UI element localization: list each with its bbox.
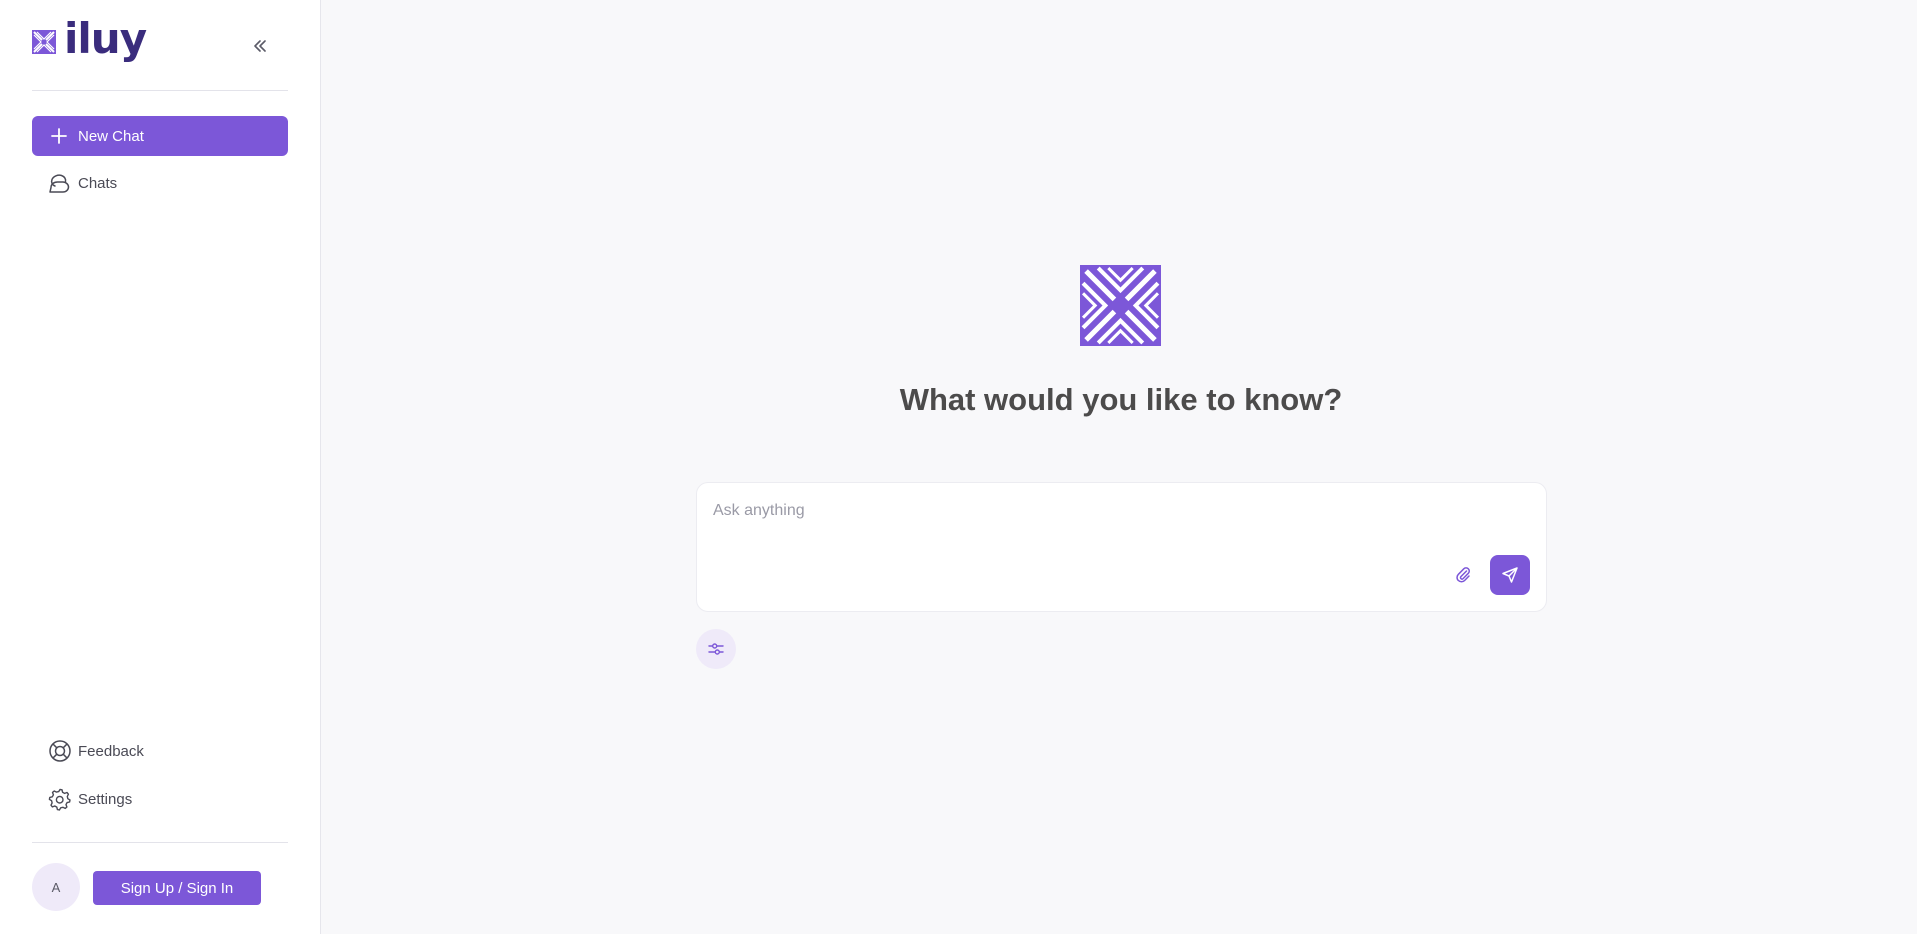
avatar[interactable]: A [32, 863, 80, 911]
sidebar-item-label: Settings [78, 790, 133, 808]
page-title: What would you like to know? [899, 382, 1343, 417]
sidebar-item-label: Feedback [78, 742, 144, 760]
collapse-sidebar-button[interactable] [248, 34, 272, 58]
sign-up-sign-in-button[interactable]: Sign Up / Sign In [93, 871, 261, 905]
sidebar-item-settings[interactable]: Settings [48, 787, 132, 811]
brand-logo-icon [32, 30, 56, 54]
chat-bubbles-icon [49, 174, 70, 193]
lifebuoy-icon [49, 740, 71, 762]
gear-icon [48, 788, 71, 811]
brand-name: iluy [64, 14, 147, 63]
new-chat-label: New Chat [78, 127, 144, 145]
brand-logo-icon [1080, 265, 1161, 346]
plus-icon [51, 128, 67, 144]
attach-file-button[interactable] [1452, 563, 1474, 585]
brand[interactable]: iluy [32, 18, 147, 60]
sliders-icon [708, 643, 724, 655]
sidebar-divider [32, 842, 288, 843]
send-icon [1502, 567, 1518, 583]
double-chevron-left-icon [254, 40, 266, 52]
chat-composer [696, 482, 1547, 612]
sidebar: iluy New Chat Chats Feedback Settings A … [0, 0, 321, 934]
sidebar-divider [32, 90, 288, 91]
send-button[interactable] [1490, 555, 1530, 595]
options-button[interactable] [696, 629, 736, 669]
sidebar-item-chats[interactable]: Chats [48, 172, 117, 194]
paperclip-icon [1456, 567, 1471, 583]
sidebar-item-label: Chats [78, 174, 118, 192]
new-chat-button[interactable]: New Chat [32, 116, 288, 156]
sidebar-item-feedback[interactable]: Feedback [48, 739, 144, 763]
chat-input[interactable] [711, 497, 1511, 525]
